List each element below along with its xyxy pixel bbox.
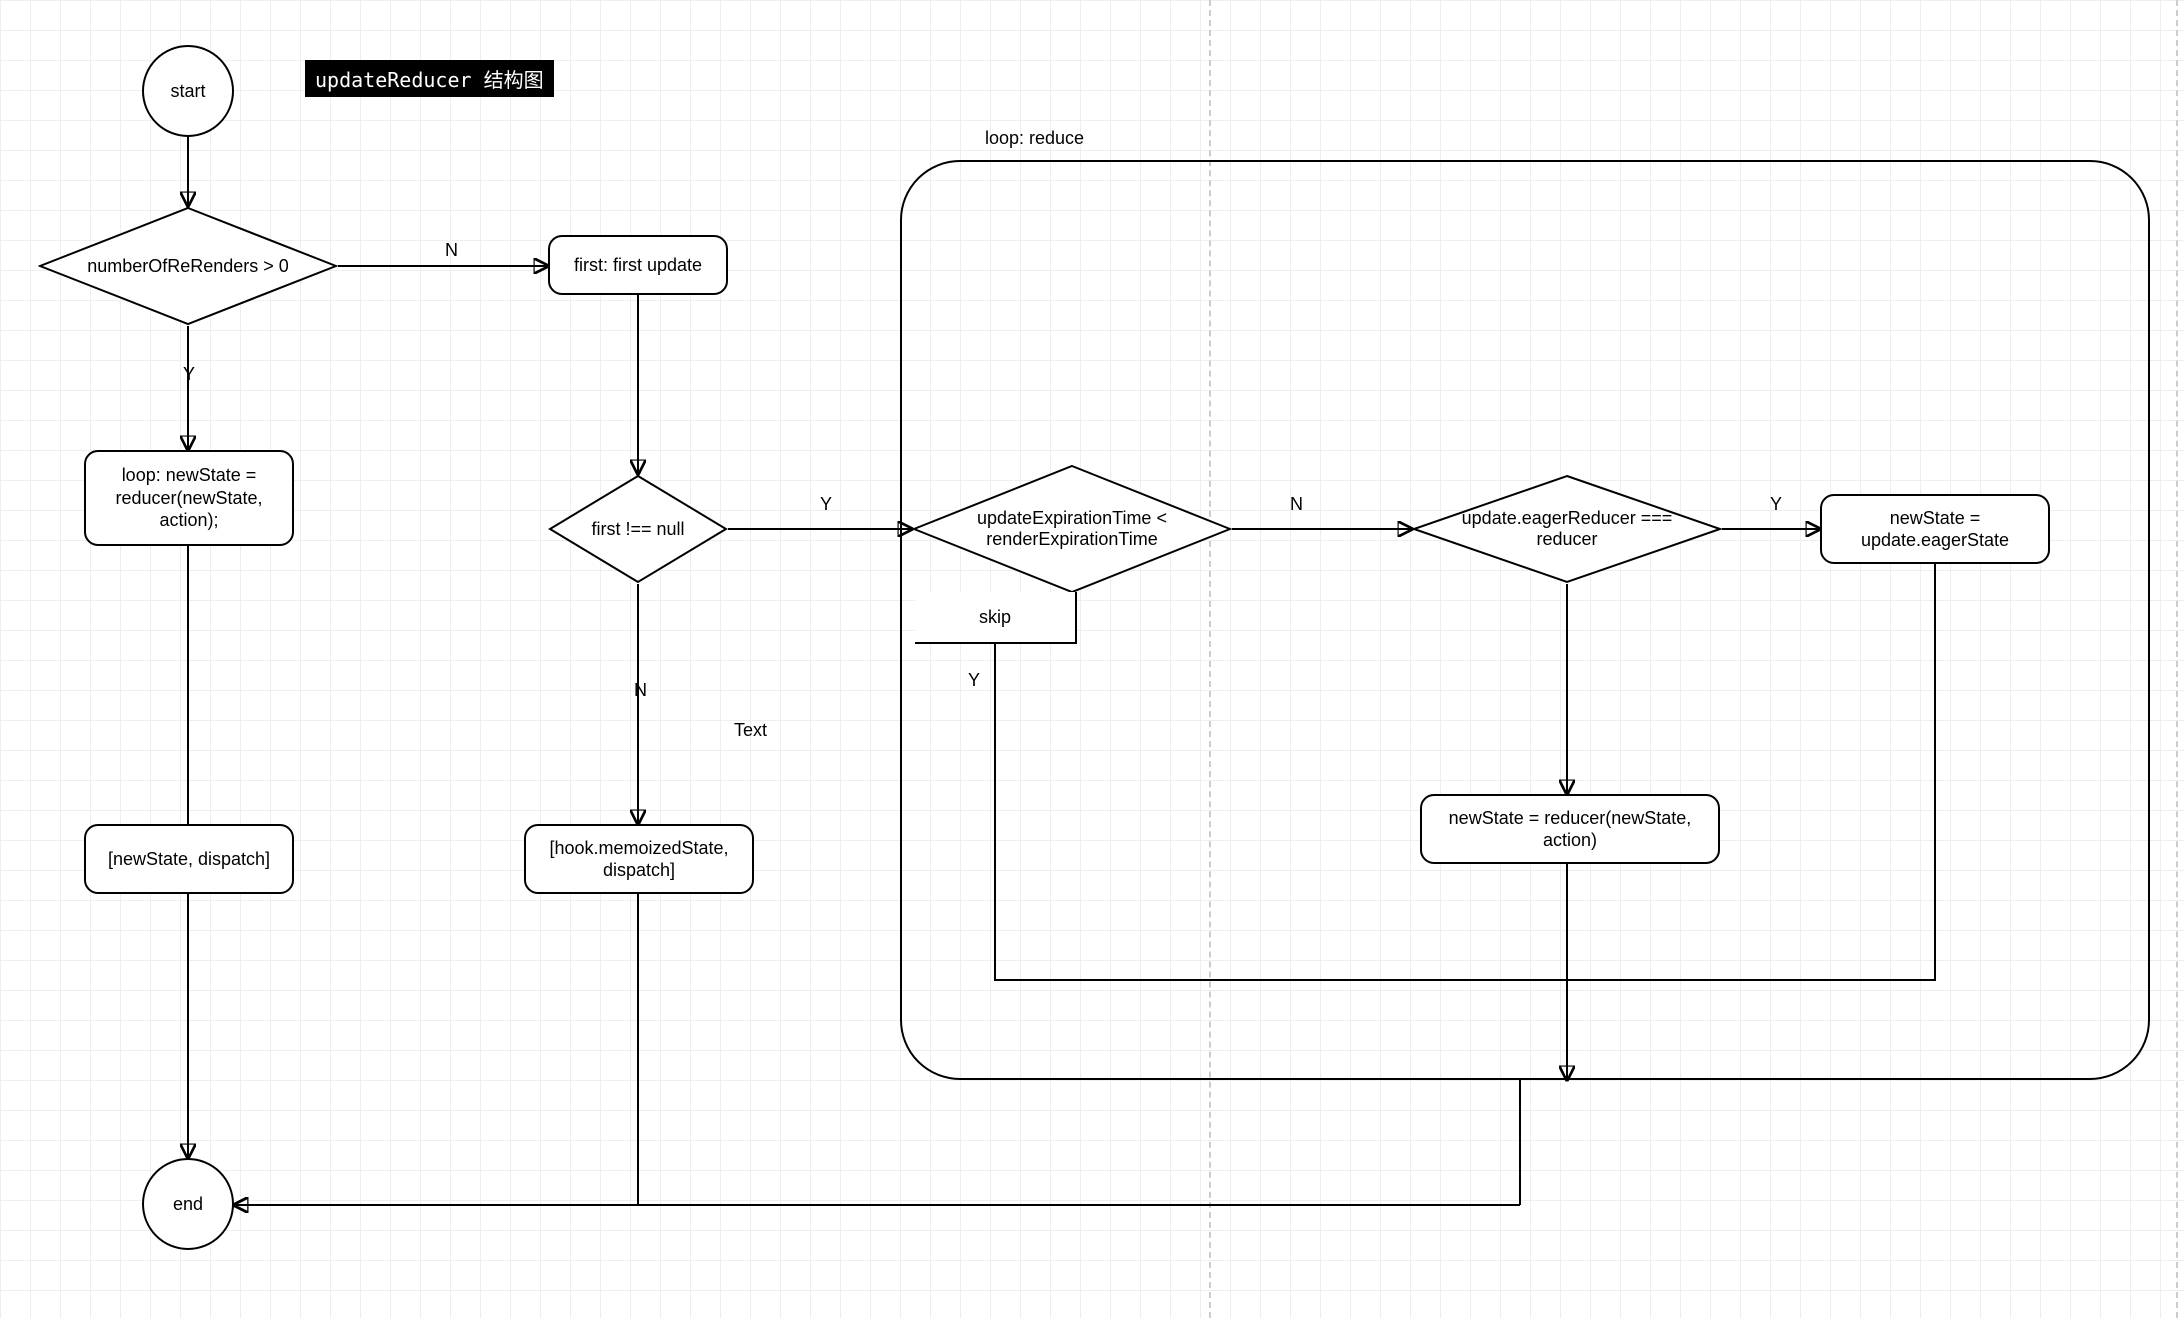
decision-expiration: updateExpirationTime < renderExpirationT…	[912, 464, 1232, 594]
node-loop-reducer: loop: newState = reducer(newState, actio…	[84, 450, 294, 546]
label-n-2: N	[634, 680, 647, 701]
label-y-3: Y	[968, 670, 980, 691]
label-y-4: Y	[1770, 494, 1782, 515]
decision-eager-label: update.eagerReducer === reducer	[1459, 508, 1676, 550]
node-start: start	[142, 45, 234, 137]
decision-eager: update.eagerReducer === reducer	[1412, 474, 1722, 584]
diagram-canvas: updateReducer 结构图 start numberOfReRender…	[0, 0, 2184, 1318]
decision-first-null-label: first !== null	[591, 519, 684, 540]
label-y-1: Y	[183, 364, 195, 385]
node-first-update: first: first update	[548, 235, 728, 295]
loop-caption: loop: reduce	[985, 128, 1084, 149]
node-return-newstate: [newState, dispatch]	[84, 824, 294, 894]
decision-first-null: first !== null	[548, 474, 728, 584]
decision-rerenders-label: numberOfReRenders > 0	[87, 256, 289, 277]
diagram-title: updateReducer 结构图	[305, 60, 554, 97]
node-reduce-state: newState = reducer(newState, action)	[1420, 794, 1720, 864]
node-eager-state: newState = update.eagerState	[1820, 494, 2050, 564]
decision-rerenders: numberOfReRenders > 0	[38, 206, 338, 326]
label-n-3: N	[1290, 494, 1303, 515]
node-end: end	[142, 1158, 234, 1250]
page-fold-line	[2176, 0, 2178, 1318]
node-skip: skip	[915, 592, 1077, 644]
label-y-2: Y	[820, 494, 832, 515]
node-return-memo: [hook.memoizedState, dispatch]	[524, 824, 754, 894]
loop-container	[900, 160, 2150, 1080]
label-n-1: N	[445, 240, 458, 261]
label-text: Text	[734, 720, 767, 741]
decision-expiration-label: updateExpirationTime < renderExpirationT…	[960, 508, 1184, 550]
